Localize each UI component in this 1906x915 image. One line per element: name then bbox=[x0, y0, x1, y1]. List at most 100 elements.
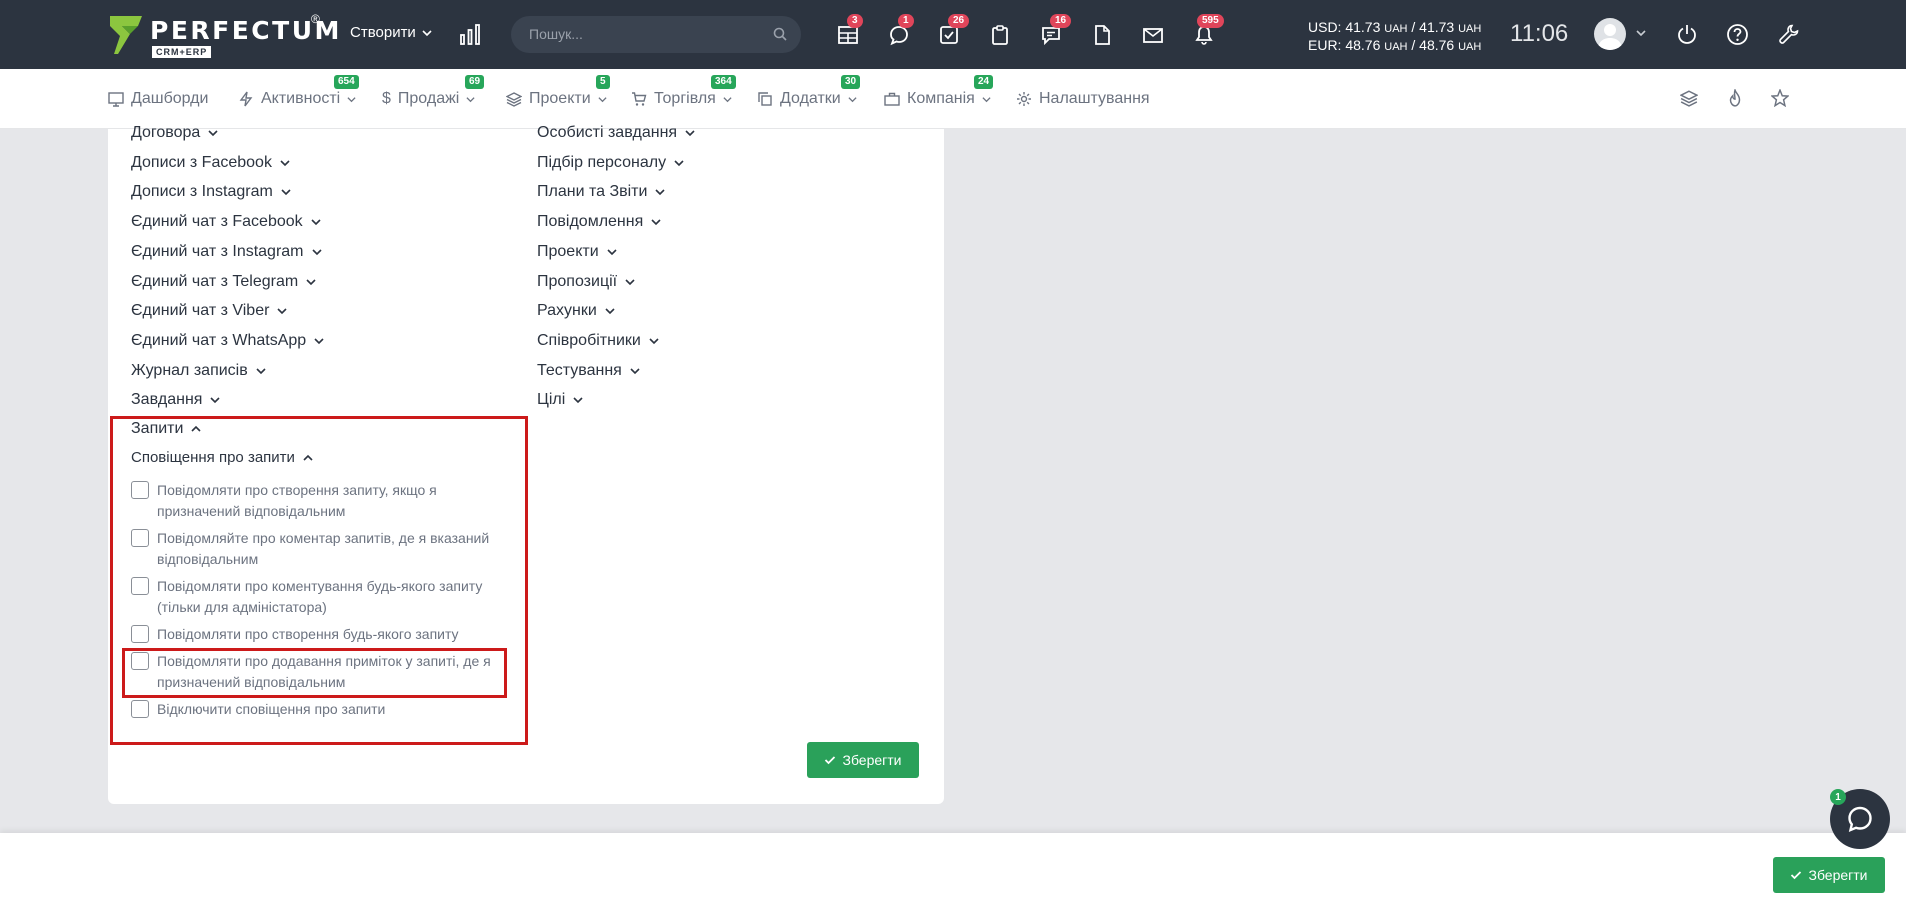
requests-button[interactable]: 3 bbox=[835, 14, 863, 48]
main-nav: Дашборди Активності 654 $ Продажі 69 Про… bbox=[0, 69, 1906, 129]
chevron-down-icon bbox=[573, 397, 583, 404]
envelope-icon bbox=[1143, 28, 1163, 43]
nav-item-trade[interactable]: Торгівля 364 bbox=[631, 75, 736, 108]
option-row: Повідомляти про створення будь-якого зап… bbox=[131, 624, 501, 645]
tasks-badge: 26 bbox=[948, 14, 970, 28]
chats-badge: 1 bbox=[898, 14, 914, 28]
subsection-requests-notifications-toggle[interactable]: Сповіщення про запити bbox=[131, 449, 313, 466]
setting-group-right-1[interactable]: Підбір персоналу bbox=[537, 154, 684, 172]
lightning-icon bbox=[239, 91, 253, 107]
nav-badge: 5 bbox=[596, 75, 610, 89]
power-icon[interactable] bbox=[1676, 23, 1698, 45]
messages-button[interactable]: 16 bbox=[1038, 14, 1072, 48]
currency-rates: USD: 41.73 UAH / 41.73 UAH EUR: 48.76 UA… bbox=[1308, 19, 1481, 55]
option-label: Повідомляти про створення будь-якого зап… bbox=[157, 626, 459, 642]
bar-chart-icon[interactable] bbox=[458, 22, 482, 46]
cart-icon bbox=[632, 92, 647, 106]
setting-group-left-0[interactable]: Договора bbox=[131, 124, 218, 142]
nav-label: Компанія bbox=[907, 90, 975, 107]
chevron-down-icon bbox=[347, 96, 356, 102]
chats-button[interactable]: 1 bbox=[886, 14, 914, 48]
save-button[interactable]: Зберегти bbox=[807, 742, 919, 778]
setting-group-right-6[interactable]: Рахунки bbox=[537, 302, 615, 320]
requests-badge: 3 bbox=[847, 14, 863, 28]
setting-group-right-4[interactable]: Проекти bbox=[537, 243, 617, 261]
setting-group-right-2[interactable]: Плани та Звіти bbox=[537, 183, 666, 201]
search-input[interactable] bbox=[529, 24, 759, 44]
setting-group-left-9[interactable]: Завдання bbox=[131, 391, 221, 409]
tasks-button[interactable]: 26 bbox=[936, 14, 970, 48]
footer-save-button[interactable]: Зберегти bbox=[1773, 857, 1885, 893]
setting-group-label: Проекти bbox=[537, 242, 599, 260]
setting-group-label: Особисті завдання bbox=[537, 124, 678, 141]
search-icon[interactable] bbox=[773, 27, 787, 41]
setting-group-label: Єдиний чат з Instagram bbox=[131, 242, 304, 260]
setting-group-left-2[interactable]: Дописи з Instagram bbox=[131, 183, 291, 201]
setting-group-left-3[interactable]: Єдиний чат з Facebook bbox=[131, 213, 321, 231]
nav-item-addons[interactable]: Додатки 30 bbox=[757, 75, 861, 108]
setting-group-right-3[interactable]: Повідомлення bbox=[537, 213, 661, 231]
chevron-down-icon bbox=[208, 130, 218, 137]
setting-group-label: Єдиний чат з Telegram bbox=[131, 272, 299, 290]
setting-group-left-6[interactable]: Єдиний чат з Viber bbox=[131, 302, 288, 320]
star-icon[interactable] bbox=[1771, 89, 1789, 107]
setting-group-right-0[interactable]: Особисті завдання bbox=[537, 124, 695, 142]
checkbox[interactable] bbox=[131, 700, 149, 718]
chevron-down-icon bbox=[655, 189, 666, 196]
subsection-title: Сповіщення про запити bbox=[131, 449, 295, 466]
chevron-down-icon bbox=[281, 189, 291, 196]
wrench-icon[interactable] bbox=[1778, 23, 1800, 45]
logo-subtitle: CRM+ERP bbox=[152, 46, 212, 58]
checkbox[interactable] bbox=[131, 577, 149, 595]
layers-icon[interactable] bbox=[1680, 89, 1698, 107]
setting-group-right-8[interactable]: Тестування bbox=[537, 362, 640, 380]
create-menu-button[interactable]: Створити bbox=[350, 24, 432, 41]
setting-group-right-5[interactable]: Пропозиції bbox=[537, 273, 635, 291]
nav-item-settings[interactable]: Налаштування bbox=[1016, 90, 1150, 108]
checkbox[interactable] bbox=[131, 481, 149, 499]
nav-item-dashboards[interactable]: Дашборди bbox=[108, 90, 208, 108]
files-button[interactable] bbox=[1089, 22, 1115, 48]
setting-group-left-1[interactable]: Дописи з Facebook bbox=[131, 154, 290, 172]
setting-group-label: Єдиний чат з Viber bbox=[131, 302, 270, 320]
setting-group-right-9[interactable]: Цілі bbox=[537, 391, 583, 409]
chevron-up-icon bbox=[191, 425, 202, 432]
option-label: Відключити сповіщення про запити bbox=[157, 701, 386, 717]
section-title: Запити bbox=[131, 420, 184, 437]
setting-group-left-7[interactable]: Єдиний чат з WhatsApp bbox=[131, 332, 324, 350]
setting-group-left-5[interactable]: Єдиний чат з Telegram bbox=[131, 273, 316, 291]
section-requests-toggle[interactable]: Запити bbox=[131, 420, 202, 438]
chevron-down-icon bbox=[848, 96, 857, 102]
setting-group-label: Тестування bbox=[537, 361, 622, 379]
fire-icon[interactable] bbox=[1726, 89, 1744, 107]
nav-item-projects[interactable]: Проекти 5 bbox=[506, 75, 610, 108]
chevron-down-icon bbox=[625, 278, 635, 285]
clock: 11:06 bbox=[1510, 20, 1569, 47]
nav-item-sales[interactable]: $ Продажі 69 bbox=[382, 75, 485, 108]
checkbox[interactable] bbox=[131, 652, 149, 670]
setting-group-right-7[interactable]: Співробітники bbox=[537, 332, 659, 350]
avatar[interactable] bbox=[1594, 18, 1626, 50]
save-label: Зберегти bbox=[842, 752, 902, 768]
chevron-down-icon[interactable] bbox=[1636, 28, 1646, 38]
option-label: Повідомляти про додавання приміток у зап… bbox=[157, 653, 491, 690]
setting-group-label: Дописи з Facebook bbox=[131, 153, 272, 171]
nav-item-activities[interactable]: Активності 654 bbox=[238, 75, 359, 108]
logo[interactable]: PERFECTUM ® CRM+ERP bbox=[108, 12, 339, 60]
logo-reg-mark: ® bbox=[311, 12, 320, 26]
setting-group-left-8[interactable]: Журнал записів bbox=[131, 362, 266, 380]
nav-label: Активності bbox=[261, 90, 341, 107]
help-icon[interactable] bbox=[1726, 23, 1749, 46]
user-avatar-icon bbox=[1598, 24, 1622, 50]
usd-rate: USD: 41.73 UAH / 41.73 UAH bbox=[1308, 19, 1481, 37]
setting-group-left-4[interactable]: Єдиний чат з Instagram bbox=[131, 243, 322, 261]
chevron-down-icon bbox=[311, 219, 321, 226]
setting-group-label: Дописи з Instagram bbox=[131, 183, 273, 201]
check-icon bbox=[825, 756, 836, 765]
clipboard-button[interactable] bbox=[987, 22, 1013, 48]
checkbox[interactable] bbox=[131, 529, 149, 547]
checkbox[interactable] bbox=[131, 625, 149, 643]
nav-item-company[interactable]: Компанія 24 bbox=[884, 75, 994, 108]
notifications-button[interactable]: 595 bbox=[1191, 14, 1224, 48]
mail-button[interactable] bbox=[1140, 22, 1166, 48]
